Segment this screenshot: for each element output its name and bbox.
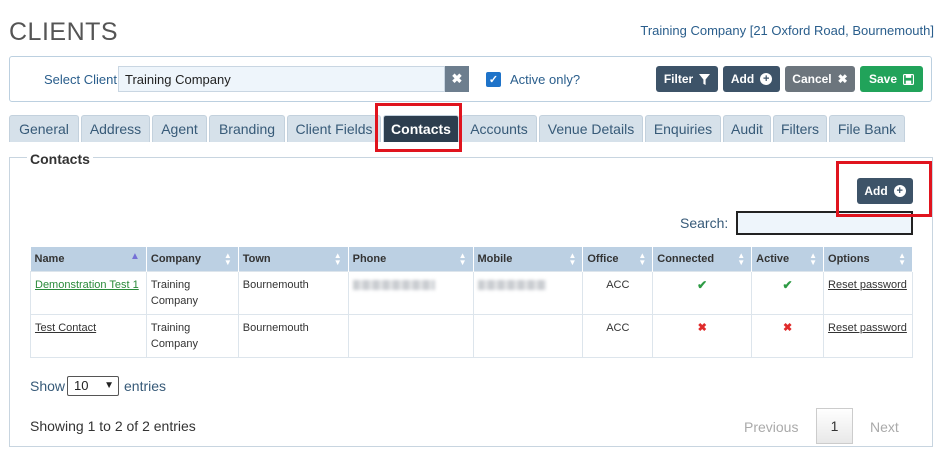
times-icon: ✖ <box>837 72 848 86</box>
entries-select[interactable]: 10 ▼ <box>67 376 119 396</box>
column-header-connected[interactable]: Connected ▲ ▼ <box>652 247 753 272</box>
column-header-company[interactable]: Company ▲ ▼ <box>146 247 239 272</box>
column-header-mobile[interactable]: Mobile ▲ ▼ <box>473 247 584 272</box>
times-icon: ✖ <box>451 71 463 86</box>
contact-name-link[interactable]: Demonstration Test 1 <box>35 279 139 291</box>
office-cell: ACC <box>582 314 654 358</box>
company-cell: Training Company <box>145 314 239 358</box>
phone-cell <box>347 271 474 315</box>
mobile-cell <box>472 271 584 315</box>
tab-general[interactable]: General <box>9 115 79 142</box>
sort-icon: ▲ ▼ <box>223 251 232 267</box>
tab-enquiries[interactable]: Enquiries <box>645 115 721 142</box>
company-cell: Training Company <box>145 271 239 315</box>
office-cell: ACC <box>582 271 654 315</box>
sort-icon: ▲ ▼ <box>809 251 818 267</box>
check-icon: ✔ <box>697 278 708 292</box>
previous-page-button[interactable]: Previous <box>744 419 798 435</box>
filter-icon <box>699 73 711 85</box>
next-page-button[interactable]: Next <box>870 419 899 435</box>
table-row: Demonstration Test 1 Training Company Bo… <box>30 271 913 315</box>
phone-cell <box>347 314 474 358</box>
redacted-mobile <box>477 280 546 290</box>
sort-icon: ▲ ▼ <box>737 251 746 267</box>
show-label: Show <box>30 378 66 394</box>
tab-audit[interactable]: Audit <box>723 115 771 142</box>
tab-bar: General Address Agent Branding Client Fi… <box>9 115 932 143</box>
active-cell: ✖ <box>751 314 825 358</box>
save-icon <box>903 73 915 85</box>
add-client-button[interactable]: Add + <box>723 66 780 92</box>
page-title: CLIENTS <box>9 18 119 46</box>
cross-icon: ✖ <box>697 322 707 334</box>
connected-cell: ✔ <box>652 271 753 315</box>
reset-password-link[interactable]: Reset password <box>828 279 907 291</box>
tab-file-bank[interactable]: File Bank <box>829 115 905 142</box>
contacts-table: Name ▲ Company ▲ ▼ Town ▲ ▼ Phone ▲ ▼ Mobile ▲ ▼ … <box>30 247 913 358</box>
company-info: Training Company [21 Oxford Road, Bourne… <box>640 23 934 38</box>
contacts-legend: Contacts <box>27 151 93 167</box>
cross-icon: ✖ <box>782 322 793 334</box>
table-info: Showing 1 to 2 of 2 entries <box>30 418 196 434</box>
client-select-input[interactable] <box>118 66 445 92</box>
town-cell: Bournemouth <box>237 314 349 358</box>
column-header-phone[interactable]: Phone ▲ ▼ <box>348 247 474 272</box>
connected-cell: ✖ <box>652 314 753 358</box>
sort-icon: ▲ ▼ <box>568 251 577 267</box>
sort-icon: ▲ ▼ <box>458 251 467 267</box>
check-icon: ✔ <box>782 278 793 292</box>
filter-button[interactable]: Filter <box>656 66 718 92</box>
search-label: Search: <box>680 215 729 231</box>
active-cell: ✔ <box>751 271 825 315</box>
active-only-checkbox[interactable]: ✓ <box>486 72 501 87</box>
column-header-office[interactable]: Office ▲ ▼ <box>582 247 654 272</box>
entries-label: entries <box>124 378 167 394</box>
save-button[interactable]: Save <box>860 66 923 92</box>
sort-icon: ▲ ▼ <box>898 251 906 267</box>
sort-asc-icon: ▲ <box>129 251 140 262</box>
tab-branding[interactable]: Branding <box>209 115 285 142</box>
redacted-phone <box>352 280 435 290</box>
tab-filters[interactable]: Filters <box>773 115 827 142</box>
tab-address[interactable]: Address <box>81 115 150 142</box>
search-input[interactable] <box>736 211 913 235</box>
table-row: Test Contact Training Company Bournemout… <box>30 314 913 358</box>
tab-agent[interactable]: Agent <box>152 115 207 142</box>
tab-contacts[interactable]: Contacts <box>383 115 459 142</box>
column-header-town[interactable]: Town ▲ ▼ <box>238 247 349 272</box>
mobile-cell <box>472 314 584 358</box>
column-header-options[interactable]: Options ▲ ▼ <box>823 247 913 272</box>
sort-icon: ▲ ▼ <box>638 251 647 267</box>
cancel-button[interactable]: Cancel ✖ <box>785 66 855 92</box>
contact-name-link[interactable]: Test Contact <box>35 322 96 334</box>
column-header-name[interactable]: Name ▲ <box>30 247 147 272</box>
plus-circle-icon: + <box>893 185 906 197</box>
reset-password-link[interactable]: Reset password <box>828 322 907 334</box>
plus-circle-icon: + <box>760 73 773 85</box>
column-header-active[interactable]: Active ▲ ▼ <box>751 247 825 272</box>
tab-venue-details[interactable]: Venue Details <box>539 115 643 142</box>
active-only-label: Active only? <box>510 72 581 87</box>
table-header-row: Name ▲ Company ▲ ▼ Town ▲ ▼ Phone ▲ ▼ Mobile ▲ ▼ … <box>30 247 913 272</box>
add-contact-button[interactable]: Add + <box>857 178 913 204</box>
tab-client-fields[interactable]: Client Fields <box>287 115 381 142</box>
chevron-down-icon: ▼ <box>104 380 114 391</box>
sort-icon: ▲ ▼ <box>333 251 342 267</box>
select-client-label: Select Client <box>44 72 117 87</box>
tab-accounts[interactable]: Accounts <box>461 115 537 142</box>
page-1-button[interactable]: 1 <box>816 408 853 444</box>
town-cell: Bournemouth <box>237 271 349 315</box>
clear-client-button[interactable]: ✖ <box>445 66 469 92</box>
